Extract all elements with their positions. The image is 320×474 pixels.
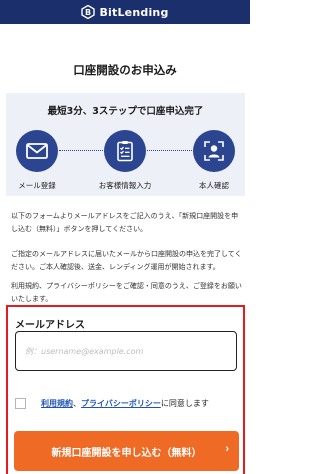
privacy-policy-link[interactable]: プライバシーポリシー [81,398,161,409]
step-connector [147,150,192,151]
confirmation-paragraph: ご指定のメールアドレスに届いたメールから口座開設の申込を完了してください。ご本人… [11,250,242,271]
signup-form: メールアドレス 利用規約 、 プライバシーポリシー に同意します 新規口座開設を… [6,305,245,474]
email-field[interactable] [15,331,237,371]
chevron-right-icon: › [225,443,229,455]
mail-icon [26,143,48,159]
consent-paragraph: 利用規約、プライバシーポリシーをご確認・同意のうえ、ご登録をお願いいたします。 [11,282,242,303]
step-connector [59,150,103,151]
instructions-paragraph: 以下のフォームよりメールアドレスをご記入のうえ、「新規口座開設を申し込む（無料）… [11,212,239,233]
steps-panel: 最短3分、3ステップで口座申込完了 メール登録 お客様情報入力 本人確認 [6,93,245,196]
agree-row: 利用規約 、 プライバシーポリシー に同意します [15,398,209,409]
step-2-label: お客様情報入力 [98,181,152,190]
step-3-badge [193,130,235,172]
email-label: メールアドレス [15,320,85,331]
agree-checkbox[interactable] [15,398,26,409]
svg-text:B: B [85,8,91,17]
clipboard-checklist-icon [117,141,133,162]
app-header: B BitLending [0,0,250,24]
steps-heading: 最短3分、3ステップで口座申込完了 [47,106,204,117]
terms-link[interactable]: 利用規約 [41,398,73,409]
agree-separator: 、 [73,399,81,408]
agree-suffix: に同意します [160,399,209,408]
submit-button-label: 新規口座開設を申し込む（無料） [51,447,202,459]
step-1-label: メール登録 [18,181,56,190]
page-title: 口座開設のお申込み [73,63,177,77]
step-3-label: 本人確認 [199,181,229,190]
bitlending-logo-icon: B [81,5,96,19]
submit-button[interactable]: 新規口座開設を申し込む（無料） › [14,431,239,471]
step-1-badge [16,130,58,172]
id-scan-icon [204,141,224,161]
brand-name: BitLending [99,5,169,19]
step-2-badge [104,130,146,172]
